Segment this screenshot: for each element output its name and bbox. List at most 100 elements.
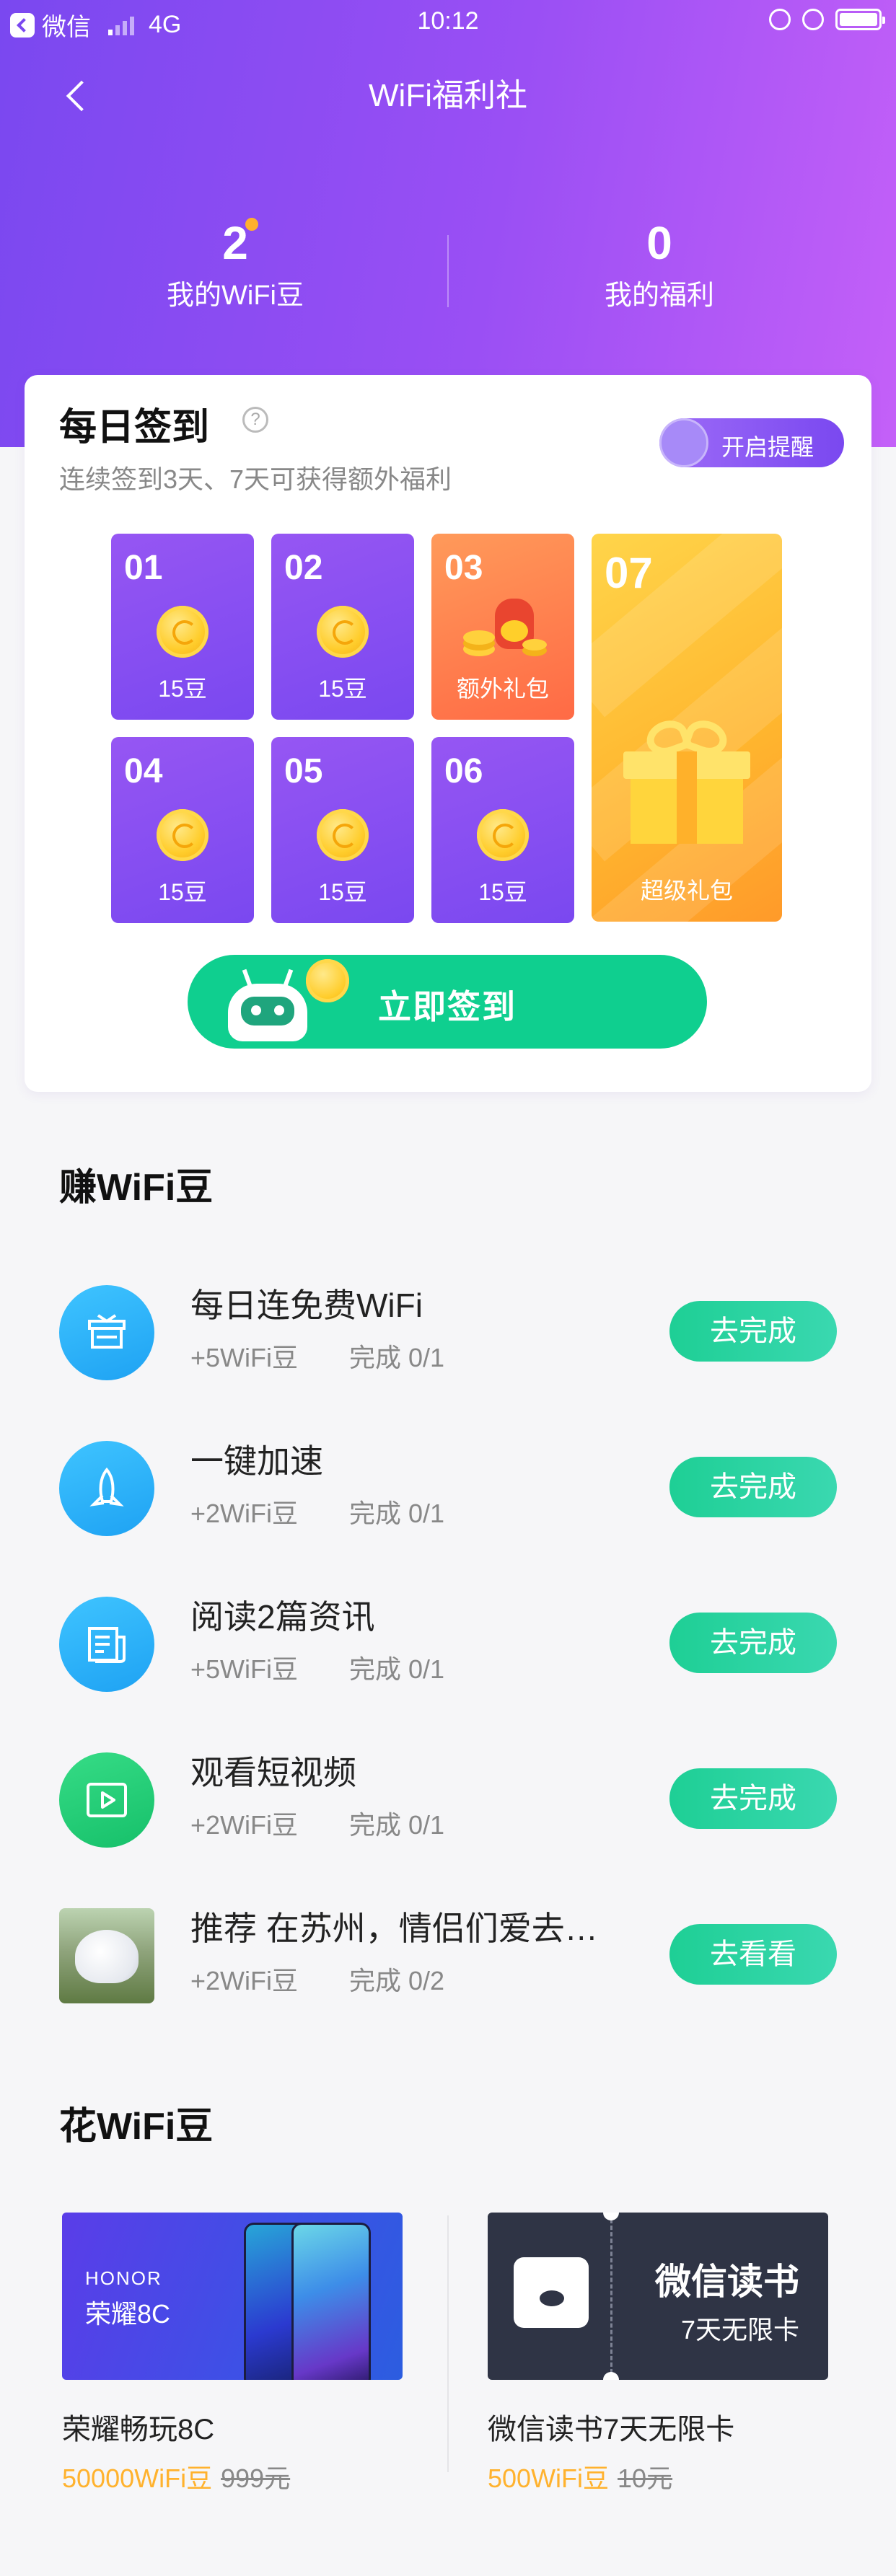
clock: 10:12 bbox=[417, 7, 479, 35]
stat-wifi-beans[interactable]: 2 我的WiFi豆 bbox=[84, 216, 387, 312]
task-view-button[interactable]: 去看看 bbox=[669, 1924, 837, 1985]
product-card-wxread[interactable]: 微信读书 7天无限卡 微信读书7天无限卡 500WiFi豆 10元 bbox=[488, 2213, 828, 2495]
day-number: 05 bbox=[284, 752, 323, 790]
task-name: 推荐 在苏州，情侣们爱去… bbox=[190, 1910, 598, 1947]
rocket-icon bbox=[59, 1441, 154, 1536]
new-dot-icon bbox=[245, 218, 258, 231]
earn-section-title: 赚WiFi豆 bbox=[59, 1167, 214, 1209]
task-name: 阅读2篇资讯 bbox=[190, 1598, 375, 1636]
checkin-day-2: 02 15豆 bbox=[271, 534, 414, 720]
task-go-button[interactable]: 去完成 bbox=[669, 1768, 837, 1829]
benefits-count: 0 bbox=[646, 217, 672, 269]
checkin-day-1: 01 15豆 bbox=[111, 534, 254, 720]
checkin-day-3: 03 额外礼包 bbox=[431, 534, 574, 720]
day-reward: 15豆 bbox=[158, 676, 207, 702]
bean-cost: 500WiFi豆 bbox=[488, 2463, 610, 2493]
day-number: 02 bbox=[284, 549, 323, 587]
checkin-subtitle: 连续签到3天、7天可获得额外福利 bbox=[59, 464, 452, 494]
day-reward: 15豆 bbox=[158, 879, 207, 905]
banner-model: 荣耀8C bbox=[85, 2299, 171, 2329]
status-right bbox=[769, 9, 885, 30]
bean-cost: 50000WiFi豆 bbox=[62, 2463, 213, 2493]
task-reward: +2WiFi豆 bbox=[190, 1499, 299, 1528]
task-row-speedup[interactable]: 一键加速 +2WiFi豆 完成 0/1 去完成 bbox=[0, 1435, 896, 1572]
day-number: 03 bbox=[444, 549, 483, 587]
task-reward: +5WiFi豆 bbox=[190, 1654, 299, 1684]
phone-image bbox=[291, 2223, 371, 2380]
benefits-label: 我的福利 bbox=[604, 281, 714, 311]
day-reward: 15豆 bbox=[318, 676, 367, 702]
task-progress: 完成 0/1 bbox=[349, 1654, 445, 1684]
day-reward: 超级礼包 bbox=[640, 878, 733, 904]
original-price: 10元 bbox=[618, 2463, 673, 2493]
coin-icon bbox=[157, 809, 208, 861]
checkin-day-5: 05 15豆 bbox=[271, 737, 414, 923]
product-name: 荣耀畅玩8C bbox=[62, 2414, 215, 2445]
stats-divider bbox=[447, 235, 449, 307]
task-name: 每日连免费WiFi bbox=[190, 1287, 423, 1324]
banner-brand: HONOR bbox=[85, 2267, 162, 2289]
product-banner: HONOR 荣耀8C bbox=[62, 2213, 403, 2380]
product-name: 微信读书7天无限卡 bbox=[488, 2414, 735, 2445]
wifi-beans-label: 我的WiFi豆 bbox=[167, 281, 304, 311]
sign-in-label: 立即签到 bbox=[378, 988, 517, 1025]
task-row-free-wifi[interactable]: 每日连免费WiFi +5WiFi豆 完成 0/1 去完成 bbox=[0, 1279, 896, 1416]
checkin-title: 每日签到 bbox=[59, 407, 210, 449]
toggle-knob bbox=[659, 418, 708, 467]
alarm-icon bbox=[802, 9, 824, 30]
day-number: 07 bbox=[605, 549, 653, 597]
task-name: 一键加速 bbox=[190, 1442, 323, 1480]
product-price: 50000WiFi豆 999元 bbox=[62, 2458, 403, 2495]
wifi-beans-count: 2 bbox=[222, 216, 258, 270]
task-name: 观看短视频 bbox=[190, 1754, 356, 1791]
task-go-button[interactable]: 去完成 bbox=[669, 1613, 837, 1673]
recommendation-thumbnail bbox=[59, 1908, 154, 2003]
status-bar: 微信 4G 10:12 bbox=[0, 0, 896, 46]
reminder-label: 开启提醒 bbox=[721, 434, 814, 460]
task-go-button[interactable]: 去完成 bbox=[669, 1457, 837, 1517]
reminder-toggle[interactable]: 开启提醒 bbox=[659, 418, 844, 467]
coin-icon bbox=[317, 809, 369, 861]
task-row-short-video[interactable]: 观看短视频 +2WiFi豆 完成 0/1 去完成 bbox=[0, 1747, 896, 1884]
day-number: 04 bbox=[124, 752, 163, 790]
help-icon[interactable]: ? bbox=[242, 407, 268, 433]
battery-icon bbox=[835, 9, 885, 30]
task-reward: +5WiFi豆 bbox=[190, 1343, 299, 1372]
play-icon bbox=[59, 1752, 154, 1848]
rotation-lock-icon bbox=[769, 9, 791, 30]
weread-logo-icon bbox=[514, 2257, 589, 2328]
task-reward: +2WiFi豆 bbox=[190, 1966, 299, 1995]
sign-in-button[interactable]: 立即签到 bbox=[188, 955, 707, 1049]
task-progress: 完成 0/1 bbox=[349, 1810, 445, 1840]
robot-mascot-icon bbox=[228, 969, 307, 1049]
coin-icon bbox=[317, 606, 369, 658]
task-reward: +2WiFi豆 bbox=[190, 1810, 299, 1840]
product-card-honor[interactable]: HONOR 荣耀8C 荣耀畅玩8C 50000WiFi豆 999元 bbox=[62, 2213, 403, 2495]
spend-section-title: 花WiFi豆 bbox=[59, 2106, 214, 2148]
coin-icon bbox=[477, 809, 529, 861]
checkin-card: 每日签到 ? 连续签到3天、7天可获得额外福利 开启提醒 01 15豆 02 1… bbox=[25, 375, 871, 1092]
task-progress: 完成 0/1 bbox=[349, 1499, 445, 1528]
day-number: 06 bbox=[444, 752, 483, 790]
banner-title: 微信读书 bbox=[655, 2262, 799, 2302]
checkin-day-4: 04 15豆 bbox=[111, 737, 254, 923]
product-banner: 微信读书 7天无限卡 bbox=[488, 2213, 828, 2380]
product-price: 500WiFi豆 10元 bbox=[488, 2458, 828, 2495]
page-title: WiFi福利社 bbox=[369, 78, 527, 113]
stat-benefits[interactable]: 0 我的福利 bbox=[508, 216, 811, 312]
news-icon bbox=[59, 1597, 154, 1692]
task-go-button[interactable]: 去完成 bbox=[669, 1301, 837, 1362]
day-reward: 15豆 bbox=[318, 879, 367, 905]
money-bag-icon bbox=[463, 599, 547, 665]
task-row-recommendation[interactable]: 推荐 在苏州，情侣们爱去… +2WiFi豆 完成 0/2 去看看 bbox=[0, 1902, 896, 2039]
day-number: 01 bbox=[124, 549, 163, 587]
checkin-day-7: 07 超级礼包 bbox=[592, 534, 782, 922]
ticket-perforation bbox=[610, 2213, 612, 2380]
task-progress: 完成 0/1 bbox=[349, 1343, 445, 1372]
day-reward: 额外礼包 bbox=[456, 676, 549, 702]
gift-box-icon bbox=[623, 715, 750, 844]
gift-box-icon bbox=[59, 1285, 154, 1380]
coin-icon bbox=[157, 606, 208, 658]
checkin-day-6: 06 15豆 bbox=[431, 737, 574, 923]
task-row-read-news[interactable]: 阅读2篇资讯 +5WiFi豆 完成 0/1 去完成 bbox=[0, 1591, 896, 1728]
